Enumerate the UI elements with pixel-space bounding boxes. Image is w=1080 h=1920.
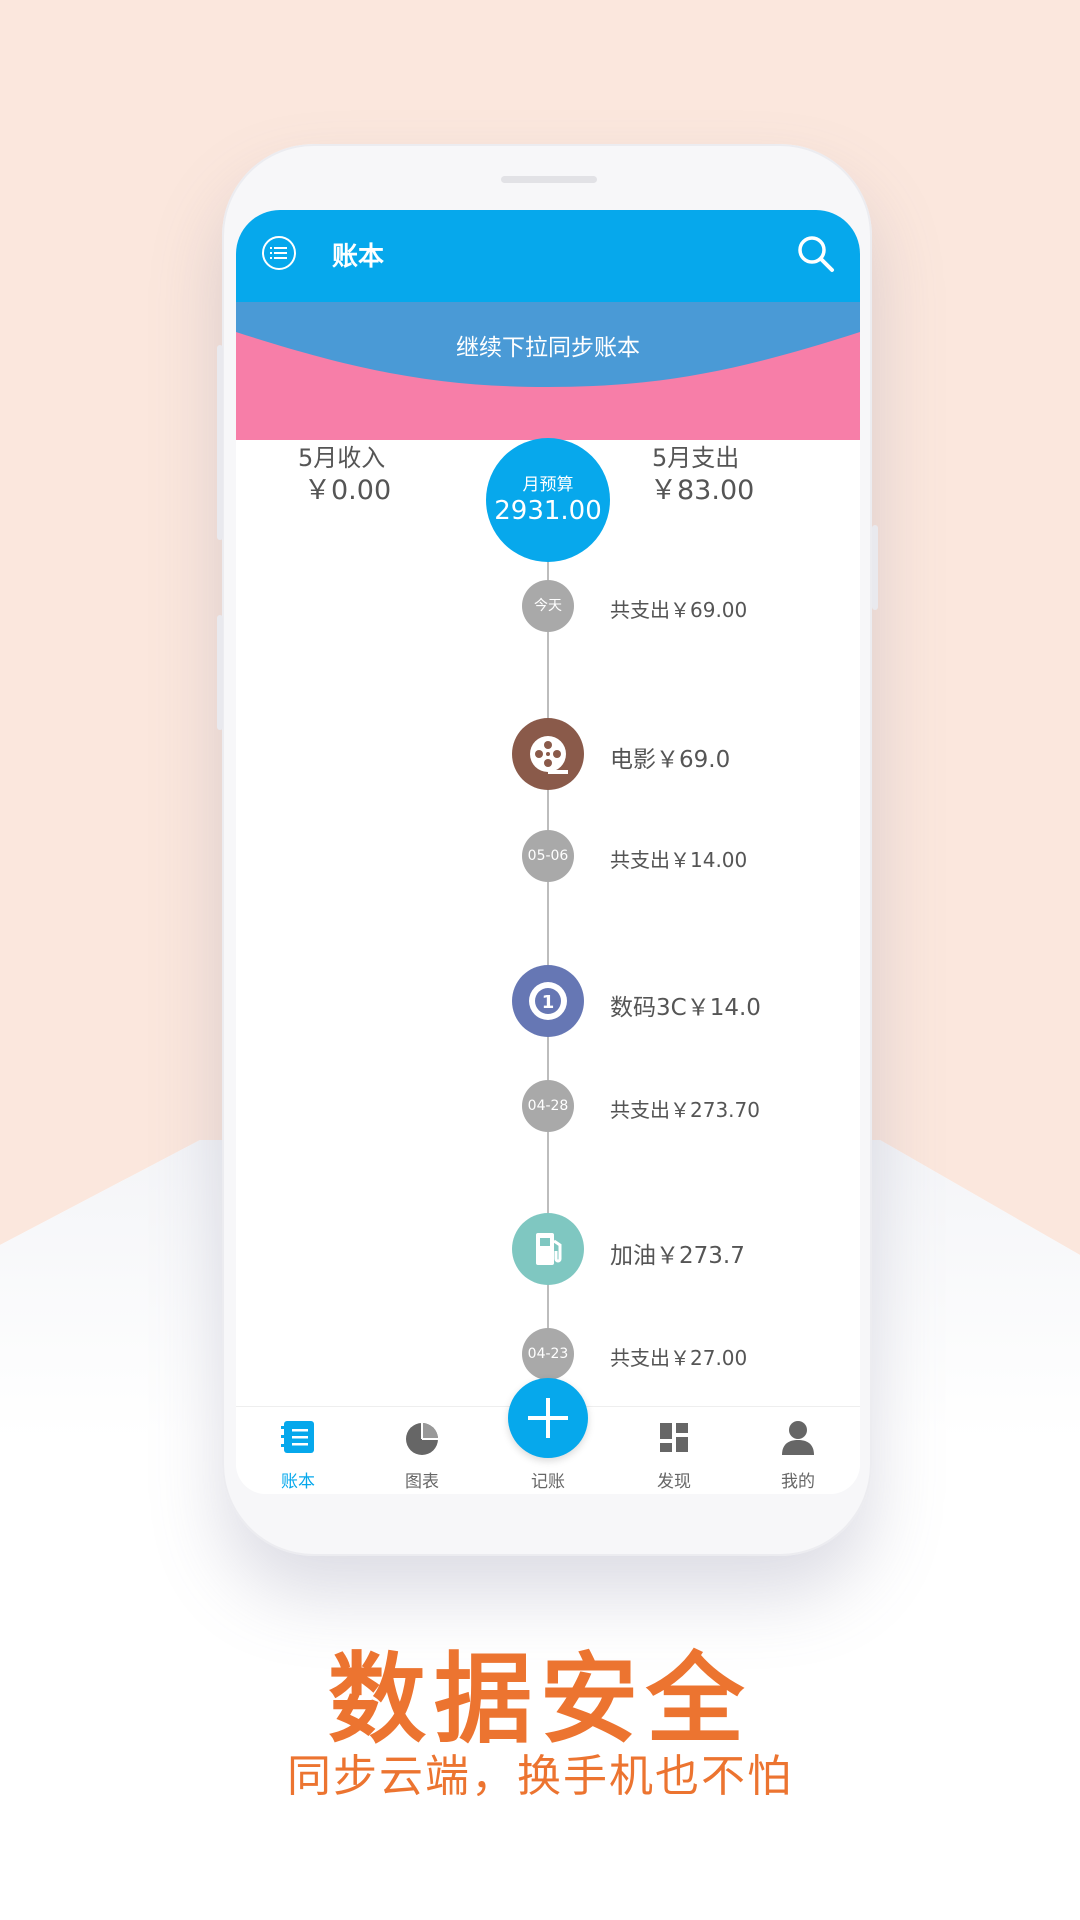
phone-screen: 账本 继续下拉同步账本 5月收入 ￥0.00 月预算 2931.00 5月支出 … <box>236 210 860 1494</box>
budget-circle[interactable]: 月预算 2931.00 <box>486 438 610 562</box>
promo-subline: 同步云端，换手机也不怕 <box>287 1751 793 1802</box>
day-total: 共支出￥69.00 <box>610 598 748 622</box>
tab-label: 账本 <box>281 1472 315 1492</box>
date-marker: 今天 <box>522 580 574 632</box>
tab-label: 我的 <box>781 1472 815 1492</box>
pie-chart-icon <box>406 1423 438 1455</box>
tab-mine[interactable]: 我的 <box>736 1407 860 1494</box>
grid-icon <box>660 1423 688 1452</box>
date-marker: 05-06 <box>522 830 574 882</box>
expense-value: ￥83.00 <box>650 475 755 506</box>
expense-item[interactable]: 数码3C￥14.0 <box>610 988 761 1022</box>
ledger-icon <box>281 1421 314 1453</box>
tab-label: 发现 <box>657 1472 691 1492</box>
digital-icon[interactable]: 1 <box>512 965 584 1037</box>
budget-value: 2931.00 <box>494 496 602 526</box>
search-icon[interactable] <box>796 234 836 274</box>
expense-item[interactable]: 加油￥273.7 <box>610 1236 745 1270</box>
budget-label: 月预算 <box>522 475 574 495</box>
date-marker: 04-28 <box>522 1080 574 1132</box>
phone-power-button <box>872 525 878 610</box>
phone-side-button <box>217 615 223 730</box>
date-marker: 04-23 <box>522 1328 574 1380</box>
sync-banner <box>236 302 860 440</box>
day-total: 共支出￥27.00 <box>610 1346 748 1370</box>
day-total: 共支出￥273.70 <box>610 1098 760 1122</box>
app-title: 账本 <box>332 242 385 272</box>
add-record-button[interactable] <box>508 1378 588 1458</box>
svg-text:1: 1 <box>542 992 555 1013</box>
list-icon[interactable] <box>262 236 296 270</box>
sync-banner-wave <box>236 302 860 387</box>
day-total: 共支出￥14.00 <box>610 848 748 872</box>
tab-label: 记账 <box>531 1472 565 1492</box>
fuel-pump-icon[interactable] <box>512 1213 584 1285</box>
tab-discover[interactable]: 发现 <box>612 1407 736 1494</box>
income-value: ￥0.00 <box>304 475 392 506</box>
phone-volume-button <box>217 345 223 540</box>
plus-icon <box>528 1416 568 1420</box>
app-bar: 账本 <box>236 210 860 302</box>
sync-hint-text: 继续下拉同步账本 <box>456 335 640 361</box>
tab-label: 图表 <box>405 1472 439 1492</box>
film-reel-icon[interactable] <box>512 718 584 790</box>
tab-ledger[interactable]: 账本 <box>236 1407 360 1494</box>
expense-item[interactable]: 电影￥69.0 <box>610 740 730 774</box>
phone-speaker <box>501 176 597 183</box>
user-icon <box>782 1421 814 1455</box>
tab-chart[interactable]: 图表 <box>360 1407 484 1494</box>
